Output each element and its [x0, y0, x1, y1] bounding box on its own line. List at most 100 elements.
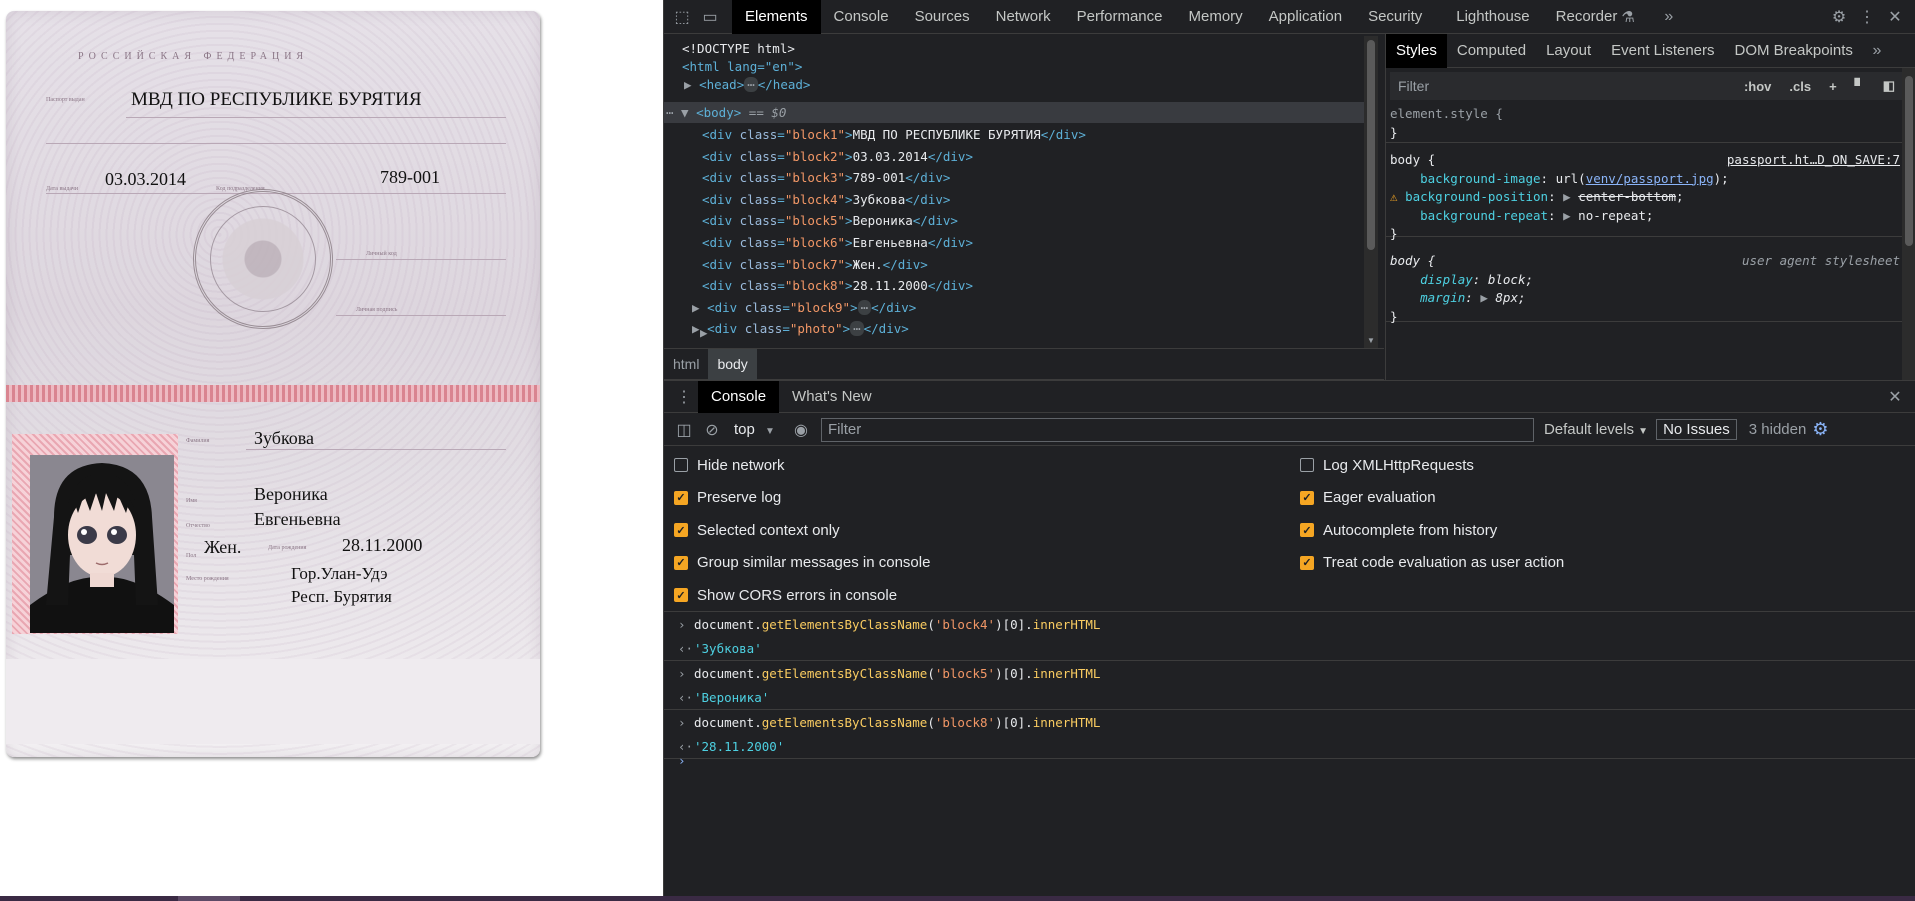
tab-recorder[interactable]: Recorder [1543, 0, 1622, 34]
warning-icon: ⚠ [1390, 189, 1398, 204]
setting-checkbox[interactable]: Log XMLHttpRequests [1300, 454, 1474, 476]
dom-row[interactable]: <div class="block1">МВД ПО РЕСПУБЛИКЕ БУ… [702, 124, 1086, 145]
checkbox-icon[interactable]: ✓ [674, 523, 688, 538]
dom-row[interactable]: <div class="block8">28.11.2000</div> [702, 275, 973, 296]
checkbox-icon[interactable] [1300, 458, 1314, 472]
more-tabs-icon[interactable]: » [1655, 0, 1683, 34]
tab-event-listeners[interactable]: Event Listeners [1601, 34, 1724, 68]
ua-style-rule: body {user agent stylesheet display: blo… [1386, 252, 1902, 324]
setting-checkbox[interactable]: Hide network [674, 454, 785, 476]
css-property[interactable]: background-repeat: ▶ no-repeat; [1386, 207, 1902, 226]
dom-row[interactable]: <div class="block3">789-001</div> [702, 167, 950, 188]
checkbox-icon[interactable] [674, 458, 688, 472]
checkbox-icon[interactable]: ✓ [674, 555, 688, 570]
tab-whats-new[interactable]: What's New [779, 381, 885, 413]
console-settings-gear-icon[interactable]: ⚙ [1812, 419, 1828, 440]
dom-row[interactable]: <div class="block2">03.03.2014</div> [702, 146, 973, 167]
close-icon[interactable]: ✕ [1881, 0, 1909, 34]
rule-source-link[interactable]: passport.ht…D_ON_SAVE:7 [1727, 151, 1900, 170]
tab-memory[interactable]: Memory [1176, 0, 1256, 34]
scroll-down-icon[interactable]: ▼ [1367, 336, 1375, 345]
more-tabs-icon[interactable]: » [1863, 34, 1891, 68]
sidebar-toggle-icon[interactable]: ◫ [670, 413, 698, 447]
tab-lighthouse[interactable]: Lighthouse [1443, 0, 1542, 34]
setting-checkbox[interactable]: ✓ Eager evaluation [1300, 487, 1436, 509]
tab-security[interactable]: Security [1355, 0, 1435, 34]
gear-icon[interactable]: ⚙ [1825, 0, 1853, 34]
console-prompt[interactable]: › [664, 749, 1915, 773]
new-rule-icon[interactable]: + [1820, 79, 1846, 94]
close-drawer-icon[interactable]: ✕ [1881, 380, 1909, 414]
checkbox-icon[interactable]: ✓ [1300, 555, 1314, 570]
dom-row[interactable]: <div class="block4">Зубкова</div> [702, 189, 950, 210]
tab-elements[interactable]: Elements [732, 0, 821, 34]
eye-icon[interactable]: ◉ [787, 413, 815, 447]
breadcrumb-html[interactable]: html [664, 349, 708, 380]
kebab-menu-icon[interactable]: ⋮ [1853, 0, 1881, 34]
styles-scrollbar[interactable] [1902, 68, 1915, 380]
division-code: 789-001 [380, 167, 440, 187]
dom-row[interactable]: <div class="block6">Евгеньевна</div> [702, 232, 973, 253]
passport-country: РОССИЙСКАЯ ФЕДЕРАЦИЯ [78, 51, 309, 62]
toggle-sidebar-icon[interactable]: ◧ [1874, 78, 1904, 94]
device-toolbar-icon[interactable]: ▭ [696, 0, 724, 34]
tab-sources[interactable]: Sources [902, 0, 983, 34]
tab-dom-breakpoints[interactable]: DOM Breakpoints [1725, 34, 1863, 68]
rule-source: user agent stylesheet [1741, 253, 1900, 268]
inspect-element-icon[interactable]: ⬚ [668, 0, 696, 34]
tab-console[interactable]: Console [821, 0, 902, 34]
taskbar [0, 896, 1915, 901]
paint-brush-icon[interactable]: ▘ [1846, 78, 1874, 94]
devtools-toolbar: ⬚ ▭ Elements Console Sources Network Per… [664, 0, 1915, 34]
birth-date: 28.11.2000 [342, 535, 423, 555]
elements-scrollbar[interactable]: ▼ [1364, 36, 1378, 348]
drawer-menu-icon[interactable]: ⋮ [670, 380, 698, 414]
tab-application[interactable]: Application [1256, 0, 1355, 34]
dom-row-collapsed[interactable]: ▶ <div class="block9"> ⋯ </div> [692, 297, 916, 318]
cls-button[interactable]: .cls [1780, 79, 1820, 94]
log-levels-select[interactable]: Default levels ▼ [1534, 421, 1656, 438]
field-label: Дата рождения [268, 545, 307, 551]
setting-checkbox[interactable]: ✓ Selected context only [674, 519, 840, 541]
dom-row[interactable]: <div class="block7">Жен.</div> [702, 254, 928, 275]
dom-body[interactable]: ⋯ ▼ <body> == $0 [666, 102, 786, 123]
dom-row[interactable]: <div class="block5">Вероника</div> [702, 210, 958, 231]
console-input[interactable]: › document.getElementsByClassName('block4… [664, 613, 1915, 637]
setting-checkbox[interactable]: ✓ Group similar messages in console [674, 552, 930, 574]
tab-computed[interactable]: Computed [1447, 34, 1536, 68]
tab-console-drawer[interactable]: Console [698, 380, 780, 413]
tab-performance[interactable]: Performance [1064, 0, 1176, 34]
css-property-invalid[interactable]: ⚠ background-position: ▶ center-bottom; [1386, 188, 1902, 207]
portrait-photo [30, 455, 174, 633]
setting-checkbox[interactable]: ✓ Show CORS errors in console [674, 584, 897, 606]
checkbox-icon[interactable]: ✓ [1300, 490, 1314, 505]
issues-button[interactable]: No Issues [1656, 419, 1737, 440]
dom-row-collapsed[interactable]: ▶ <div class="photo"> ⋯ </div> [692, 318, 909, 339]
console-filter-input[interactable]: Filter [820, 417, 1534, 442]
checkbox-icon[interactable]: ✓ [674, 490, 688, 505]
rule-close: } [1390, 308, 1398, 324]
setting-checkbox[interactable]: ✓ Preserve log [674, 487, 781, 509]
first-name: Вероника [254, 484, 328, 504]
setting-checkbox[interactable]: ✓ Treat code evaluation as user action [1300, 552, 1564, 574]
field-label: Личный код [366, 251, 397, 257]
taskbar-active-item[interactable] [178, 896, 240, 901]
context-select[interactable]: top ▼ [726, 421, 781, 438]
hov-button[interactable]: :hov [1735, 79, 1780, 94]
css-property[interactable]: background-image: url(venv/passport.jpg)… [1386, 170, 1902, 189]
tab-styles[interactable]: Styles [1386, 34, 1447, 68]
tab-network[interactable]: Network [983, 0, 1064, 34]
checkbox-icon[interactable]: ✓ [1300, 523, 1314, 538]
console-input[interactable]: › document.getElementsByClassName('block5… [664, 662, 1915, 686]
field-line [246, 449, 506, 450]
console-result: ‹· 'Зубкова' [664, 637, 1915, 661]
console-input[interactable]: › document.getElementsByClassName('block8… [664, 711, 1915, 735]
setting-checkbox[interactable]: ✓ Autocomplete from history [1300, 519, 1497, 541]
tab-layout[interactable]: Layout [1536, 34, 1601, 68]
clear-console-icon[interactable]: ⊘ [698, 413, 726, 447]
rule-selector[interactable]: element.style { [1386, 105, 1902, 124]
breadcrumb-body[interactable]: body [708, 348, 757, 380]
styles-filter-input[interactable]: Filter [1390, 78, 1735, 94]
checkbox-icon[interactable]: ✓ [674, 588, 688, 603]
dom-head[interactable]: ▶ <head> ⋯ </head> [684, 74, 810, 95]
